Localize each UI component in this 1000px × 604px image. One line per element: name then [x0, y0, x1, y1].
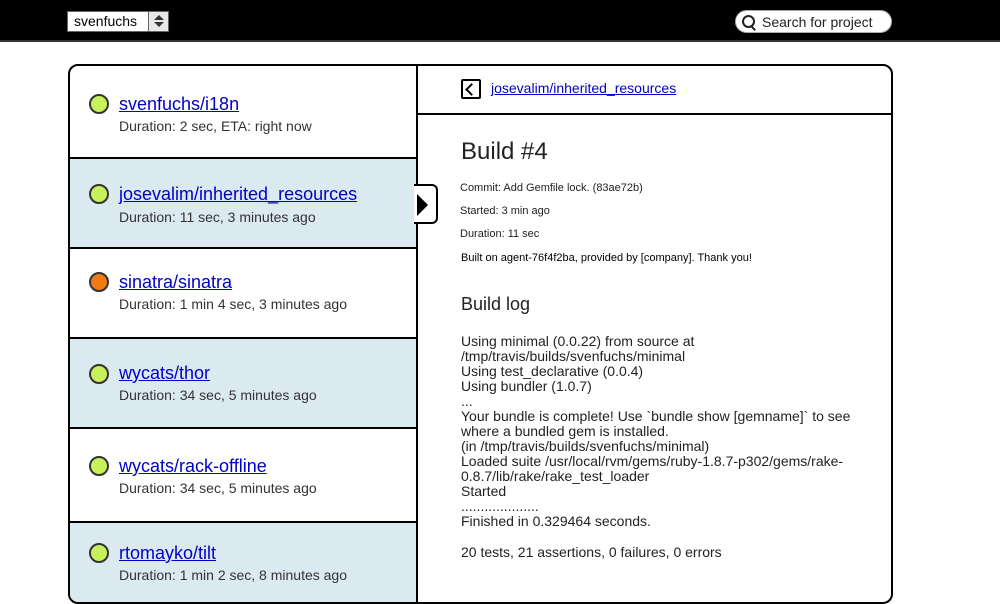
log-line: Your bundle is complete! Use `bundle sho…	[461, 408, 851, 424]
repo-item[interactable]: svenfuchs/i18n Duration: 2 sec, ETA: rig…	[70, 66, 416, 159]
log-line: ....................	[461, 498, 539, 514]
status-indicator-icon	[89, 94, 109, 114]
status-indicator-icon	[89, 456, 109, 476]
repo-link[interactable]: sinatra/sinatra	[119, 272, 232, 293]
log-line: Finished in 0.329464 seconds.	[461, 513, 651, 529]
user-select[interactable]: svenfuchs	[67, 11, 169, 32]
select-arrows-icon[interactable]	[148, 12, 168, 31]
search-field[interactable]: Search for project	[735, 10, 892, 33]
repo-meta: Duration: 2 sec, ETA: right now	[119, 118, 312, 134]
main-panel: svenfuchs/i18n Duration: 2 sec, ETA: rig…	[68, 64, 893, 604]
build-detail: josevalim/inherited_resources Build #4 C…	[418, 66, 891, 602]
repo-meta: Duration: 1 min 2 sec, 8 minutes ago	[119, 567, 348, 583]
status-indicator-icon	[89, 364, 109, 384]
repo-link[interactable]: wycats/thor	[119, 363, 210, 384]
repo-meta: Duration: 34 sec, 5 minutes ago	[119, 387, 317, 403]
status-indicator-icon	[89, 272, 109, 292]
built-on-info: Built on agent-76f4f2ba, provided by [co…	[461, 252, 752, 264]
repo-item[interactable]: sinatra/sinatra Duration: 1 min 4 sec, 3…	[70, 249, 416, 339]
repo-item[interactable]: wycats/thor Duration: 34 sec, 5 minutes …	[70, 339, 416, 429]
detail-header: josevalim/inherited_resources	[418, 66, 891, 115]
started-info: Started: 3 min ago	[460, 205, 550, 217]
user-select-value: svenfuchs	[74, 13, 138, 29]
search-placeholder: Search for project	[762, 13, 873, 30]
repo-link[interactable]: josevalim/inherited_resources	[119, 184, 357, 205]
detail-repo-link[interactable]: josevalim/inherited_resources	[491, 80, 676, 96]
repo-item[interactable]: josevalim/inherited_resources Duration: …	[70, 159, 416, 249]
log-line: /tmp/travis/builds/svenfuchs/minimal	[461, 348, 686, 364]
test-summary: 20 tests, 21 assertions, 0 failures, 0 e…	[461, 544, 722, 560]
status-indicator-icon	[89, 543, 109, 563]
log-line: Using bundler (1.0.7)	[461, 378, 592, 394]
repo-meta: Duration: 1 min 4 sec, 3 minutes ago	[119, 296, 348, 312]
repo-meta: Duration: 34 sec, 5 minutes ago	[119, 480, 317, 496]
back-icon[interactable]	[461, 79, 481, 99]
build-title: Build #4	[461, 138, 548, 165]
repository-list: svenfuchs/i18n Duration: 2 sec, ETA: rig…	[70, 66, 418, 602]
build-log: Using minimal (0.0.22) from source at /t…	[461, 334, 871, 529]
repo-item[interactable]: rtomayko/tilt Duration: 1 min 2 sec, 8 m…	[70, 523, 416, 602]
log-line: Started	[461, 483, 507, 499]
duration-info: Duration: 11 sec	[460, 228, 540, 240]
repo-link[interactable]: svenfuchs/i18n	[119, 94, 239, 115]
repo-link[interactable]: wycats/rack-offline	[119, 456, 267, 477]
repo-item[interactable]: wycats/rack-offline Duration: 34 sec, 5 …	[70, 429, 416, 523]
build-log-title: Build log	[461, 294, 531, 314]
search-icon	[740, 13, 758, 31]
log-line: 0.8.7/lib/rake/rake_test_loader	[461, 468, 650, 484]
selected-arrow-icon	[414, 184, 438, 224]
top-bar: svenfuchs Search for project	[0, 0, 1000, 42]
log-line: (in /tmp/travis/builds/svenfuchs/minimal…	[461, 438, 710, 454]
repo-meta: Duration: 11 sec, 3 minutes ago	[119, 209, 316, 225]
log-line: where a bundled gem is installed.	[461, 423, 669, 439]
log-line: Loaded suite /usr/local/rvm/gems/ruby-1.…	[461, 453, 844, 469]
log-line: Using minimal (0.0.22) from source at	[461, 333, 695, 349]
commit-info: Commit: Add Gemfile lock. (83ae72b)	[460, 182, 643, 194]
log-line: ...	[461, 393, 473, 409]
status-indicator-icon	[89, 184, 109, 204]
log-line: Using test_declarative (0.0.4)	[461, 363, 644, 379]
repo-link[interactable]: rtomayko/tilt	[119, 543, 216, 564]
